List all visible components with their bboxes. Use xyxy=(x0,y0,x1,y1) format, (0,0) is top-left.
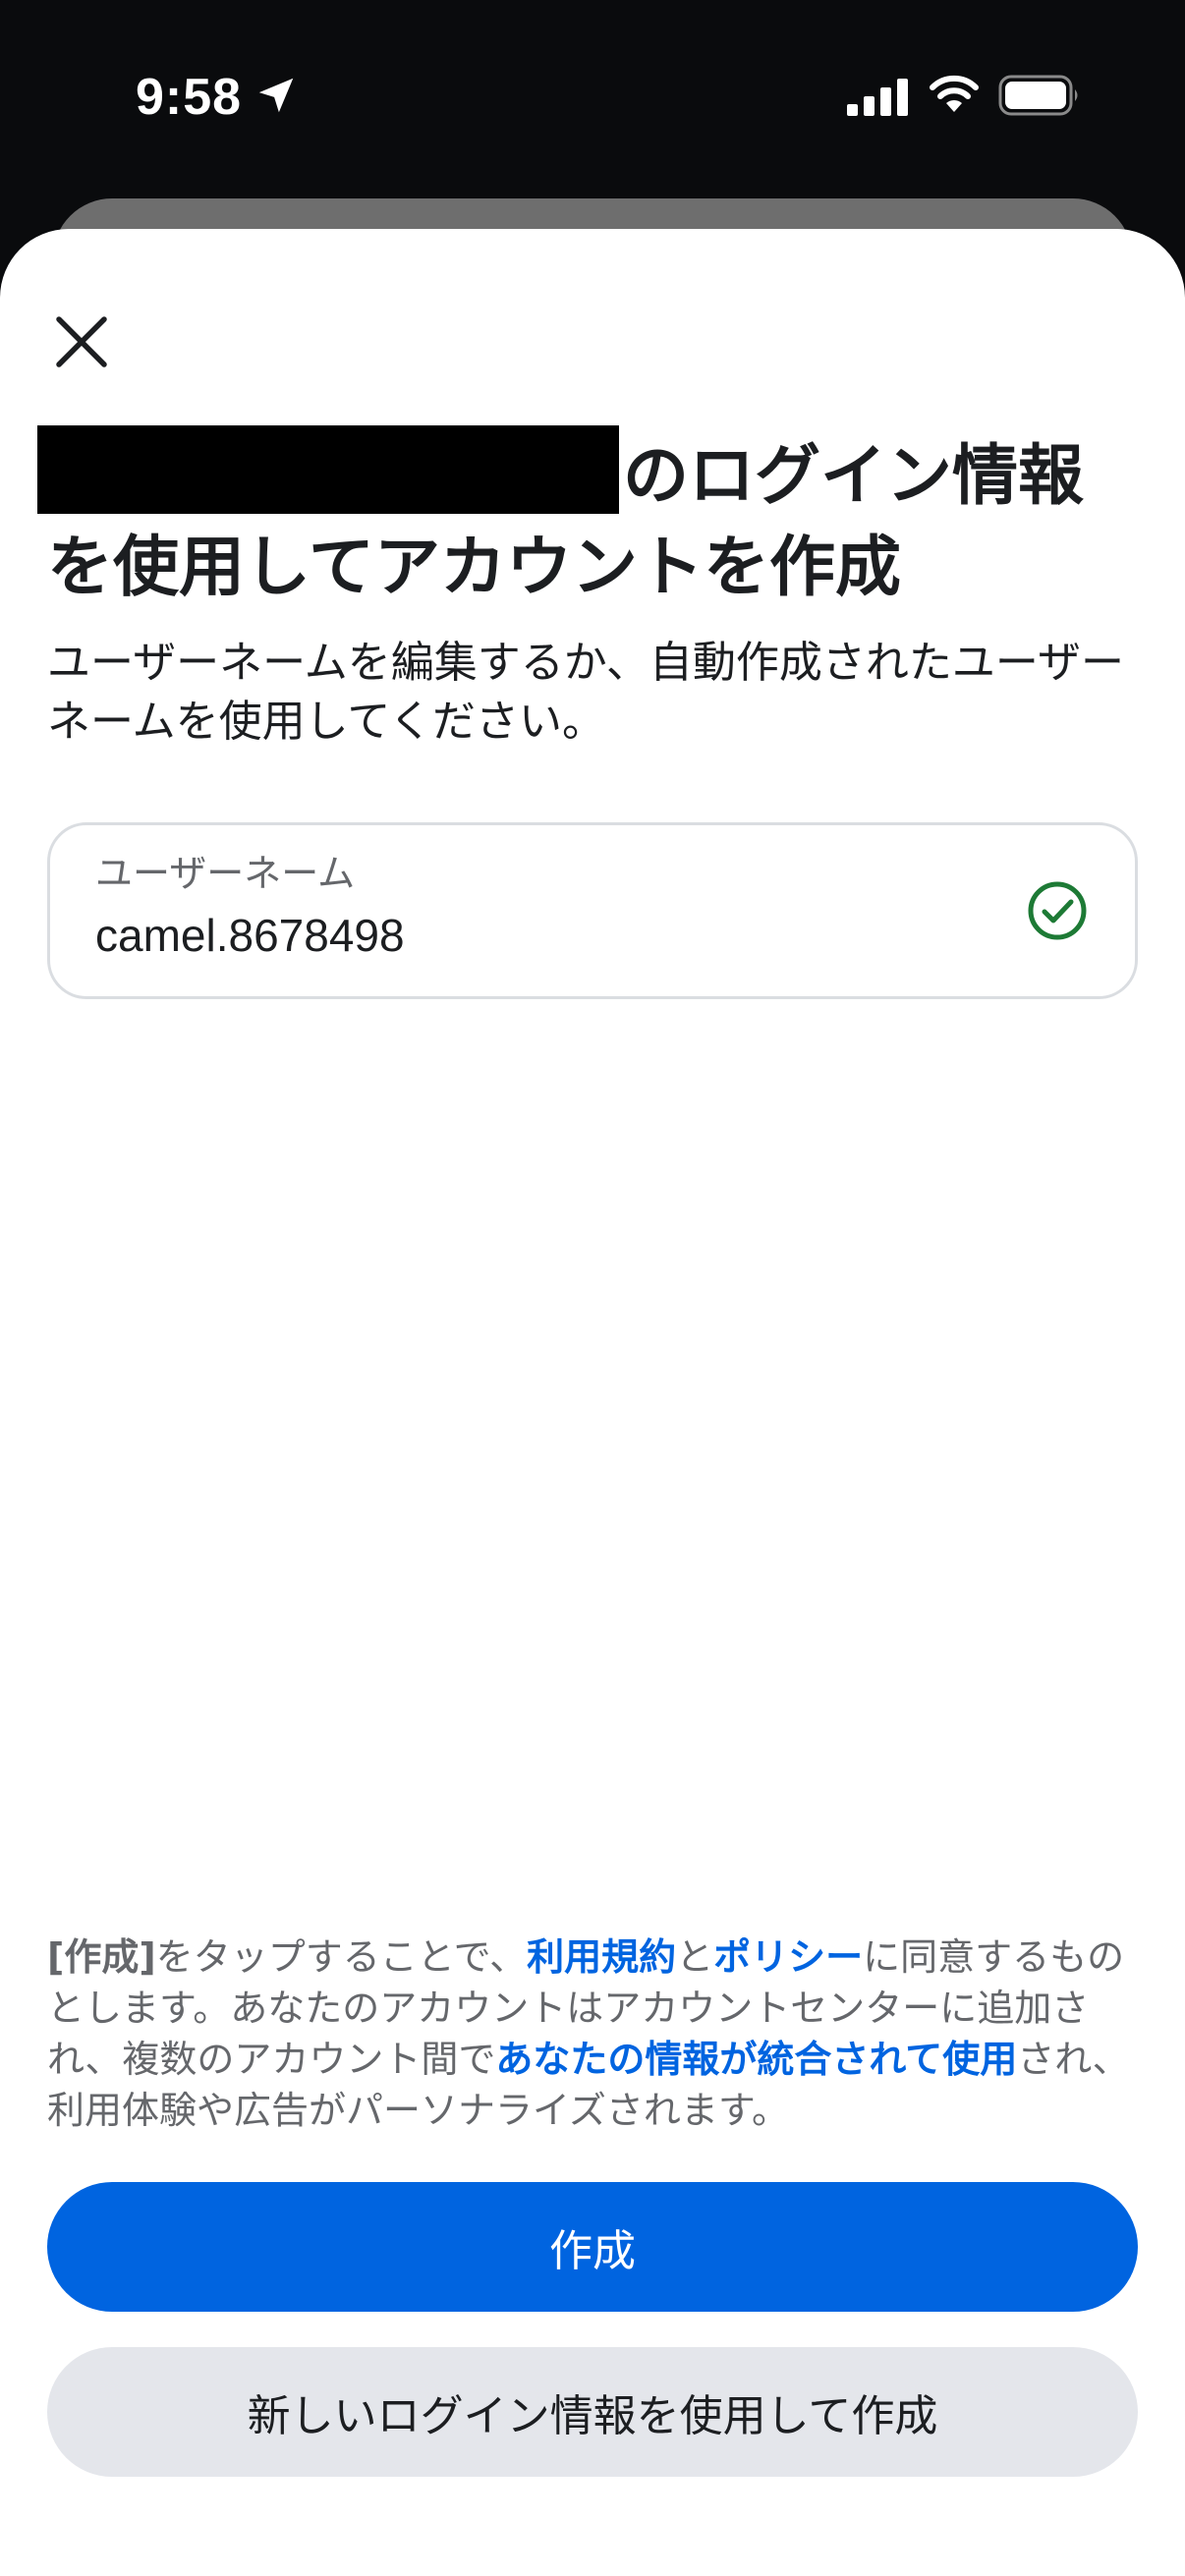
check-circle-icon xyxy=(1028,881,1087,940)
page-subtitle: ユーザーネームを編集するか、自動作成されたユーザーネームを使用してください。 xyxy=(47,638,1125,747)
cellular-signal-icon xyxy=(847,79,908,116)
username-field[interactable]: ユーザーネーム camel.8678498 xyxy=(47,822,1138,999)
close-button[interactable] xyxy=(47,308,116,376)
policy-link[interactable]: ポリシー xyxy=(713,1935,863,1979)
legal-disclaimer: [作成]をタップすることで、利用規約とポリシーに同意するものとします。あなたのア… xyxy=(47,1932,1143,2136)
legal-create-ref: [作成] xyxy=(47,1935,156,1979)
create-with-new-login-button[interactable]: 新しいログイン情報を使用して作成 xyxy=(47,2347,1138,2477)
create-button[interactable]: 作成 xyxy=(47,2182,1138,2312)
page-title-line2: を使用してアカウントを作成 xyxy=(47,529,901,605)
username-label: ユーザーネーム xyxy=(95,852,356,895)
redacted-account-name xyxy=(37,425,619,514)
close-icon xyxy=(56,316,107,367)
battery-icon xyxy=(998,75,1078,116)
status-time: 9:58 xyxy=(136,69,243,126)
status-bar: 9:58 xyxy=(0,0,1185,196)
username-input[interactable]: camel.8678498 xyxy=(95,906,405,965)
legal-text-1: をタップすることで、 xyxy=(155,1935,528,1979)
wifi-icon xyxy=(930,75,979,112)
legal-text-2: と xyxy=(676,1935,714,1979)
page-title-line1: のログイン情報 xyxy=(623,437,1084,514)
terms-link[interactable]: 利用規約 xyxy=(527,1935,676,1979)
location-arrow-icon xyxy=(258,78,294,113)
info-integration-link[interactable]: あなたの情報が統合されて使用 xyxy=(495,2038,1017,2081)
